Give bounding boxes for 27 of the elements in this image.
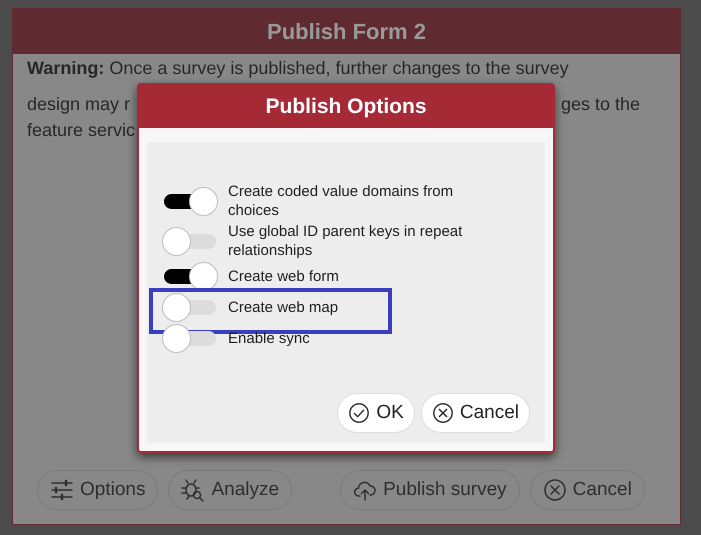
close-icon	[542, 478, 567, 502]
check-circle-icon	[348, 402, 370, 424]
option-label: Create web form	[228, 267, 340, 286]
dialog-button[interactable]: Cancel	[420, 393, 530, 433]
toggle-switch[interactable]	[162, 324, 218, 353]
option-label: Create web map	[228, 298, 340, 317]
option-label: Enable sync	[228, 329, 311, 348]
option-label: Create coded value domains from choices	[228, 182, 454, 220]
close-icon	[432, 402, 454, 424]
warning-text: ges to the	[560, 93, 640, 116]
dialog-title: Publish Options	[139, 85, 553, 128]
toggle-switch[interactable]	[162, 186, 218, 216]
bug-search-icon	[181, 478, 206, 502]
warning-text: feature servic	[27, 120, 136, 140]
dialog-button[interactable]: OK	[337, 393, 415, 433]
footer-button[interactable]: Publish survey	[340, 470, 520, 510]
window-title: Publish Form 2	[13, 9, 680, 54]
toggle-switch[interactable]	[162, 262, 218, 291]
sliders-icon	[50, 478, 74, 502]
toggle-switch[interactable]	[162, 226, 218, 256]
warning-text: Warning: Once a survey is published, further changes to the survey	[27, 57, 570, 79]
warning-text: design may r	[27, 93, 130, 116]
footer-button[interactable]: Cancel	[530, 470, 645, 510]
toggle-switch[interactable]	[162, 293, 218, 322]
footer-button[interactable]: Options	[37, 470, 158, 510]
footer-button[interactable]: Analyze	[168, 470, 292, 510]
option-label: Use global ID parent keys in repeat relationships	[228, 222, 464, 260]
